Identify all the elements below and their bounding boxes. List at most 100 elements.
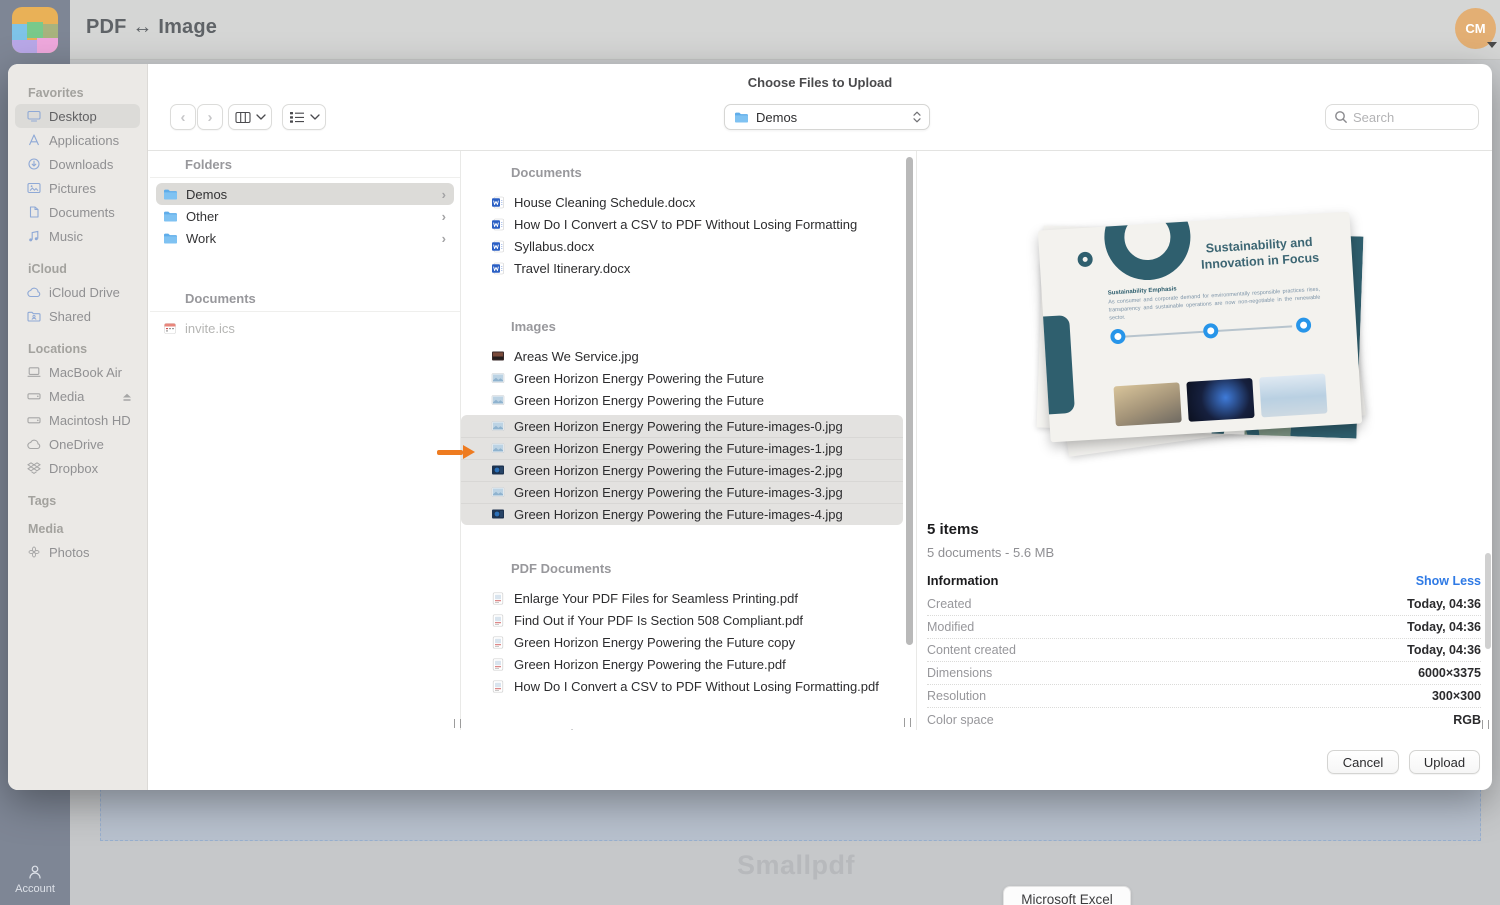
laptop-icon [27,366,42,379]
file-row[interactable]: How Do I Convert a CSV to PDF Without Lo… [461,675,903,697]
group-view-button[interactable] [282,104,326,130]
folder-row-demos[interactable]: Demos› [156,183,454,205]
info-label: Resolution [927,689,986,703]
chevron-right-icon: › [442,231,446,246]
folder-row-work[interactable]: Work› [156,227,454,249]
folder-label: Demos [186,187,227,202]
sidebar-item-media[interactable]: Media [15,384,140,408]
file-row[interactable]: Green Horizon Energy Powering the Future… [461,631,903,653]
microsoft-excel-button[interactable]: Microsoft Excel [1003,886,1131,905]
documents-header: Documents [150,285,460,312]
sidebar-item-onedrive[interactable]: OneDrive [15,432,140,456]
sidebar-section-title: Tags [28,494,147,508]
file-label: House Cleaning Schedule.docx [514,195,695,210]
search-field[interactable] [1325,104,1479,130]
sidebar-item-pictures[interactable]: Pictures [15,176,140,200]
folder-label: Other [186,209,219,224]
scrollbar[interactable] [1485,553,1491,649]
sidebar-item-shared[interactable]: Shared [15,304,140,328]
file-row[interactable]: Enlarge Your PDF Files for Seamless Prin… [461,587,903,609]
file-row[interactable]: Find Out if Your PDF Is Section 508 Comp… [461,609,903,631]
selection-count: 5 items [927,521,1054,538]
sidebar-item-applications[interactable]: Applications [15,128,140,152]
account-button[interactable]: Account [0,863,70,895]
sidebar-item-macbook-air[interactable]: MacBook Air [15,360,140,384]
page-background: Smallpdf Microsoft Excel [70,790,1500,905]
sidebar-item-macintosh-hd[interactable]: Macintosh HD [15,408,140,432]
info-value: Today, 04:36 [1407,597,1481,611]
info-row-created: CreatedToday, 04:36 [927,593,1481,616]
sidebar-item-photos[interactable]: Photos [15,540,140,564]
file-row[interactable]: Green Horizon Energy Powering the Future… [461,481,903,503]
resize-handle[interactable] [454,719,461,728]
sidebar-item-desktop[interactable]: Desktop [15,104,140,128]
info-row-dimensions: Dimensions6000×3375 [927,662,1481,685]
sidebar-item-label: Dropbox [49,461,98,476]
file-row[interactable]: Syllabus.docx [461,235,903,257]
dropbox-icon [27,462,42,475]
file-label: Syllabus.docx [514,239,594,254]
show-less-link[interactable]: Show Less [1416,574,1481,588]
resize-handle[interactable] [1482,720,1489,729]
sidebar-item-downloads[interactable]: Downloads [15,152,140,176]
sidebar-item-dropbox[interactable]: Dropbox [15,456,140,480]
file-label: Areas We Service.jpg [514,349,639,364]
slide-preview: Sustainability and Innovation in Focus S… [1038,212,1362,443]
column-view-button[interactable] [228,104,272,130]
calendar-icon [163,322,177,334]
app-logo-icon[interactable] [12,7,58,53]
file-row[interactable]: Green Horizon Energy Powering the Future… [461,503,903,525]
slide-title: Sustainability and Innovation in Focus [1179,232,1341,274]
info-label: Color space [927,713,994,727]
eject-icon[interactable] [121,391,132,402]
stepper-arrows-icon [913,111,921,123]
file-row[interactable]: Green Horizon Energy Powering the Future… [461,459,903,481]
chevron-right-icon: › [442,209,446,224]
person-icon [26,863,44,881]
avatar[interactable]: CM [1455,8,1496,49]
folder-row-other[interactable]: Other › [156,205,454,227]
file-row[interactable]: House Cleaning Schedule.docx [461,191,903,213]
sidebar-item-music[interactable]: Music [15,224,140,248]
back-button[interactable]: ‹ [170,104,196,130]
info-value: 6000×3375 [1418,666,1481,680]
word-icon [491,240,506,253]
file-section-header: Presentations [461,721,915,730]
cancel-button[interactable]: Cancel [1327,750,1399,774]
file-label: Green Horizon Energy Powering the Future… [514,441,843,456]
file-label: Enlarge Your PDF Files for Seamless Prin… [514,591,798,606]
file-section: PDF DocumentsEnlarge Your PDF Files for … [461,555,915,697]
file-row[interactable]: Green Horizon Energy Powering the Future… [461,415,903,437]
image-blue-icon [491,464,506,477]
sidebar-item-documents[interactable]: Documents [15,200,140,224]
forward-button[interactable]: › [197,104,223,130]
file-preview-thumbnail: Sustainability and Innovation in Focus S… [1032,213,1372,465]
file-row[interactable]: Green Horizon Energy Powering the Future… [461,437,903,459]
file-row[interactable]: Travel Itinerary.docx [461,257,903,279]
folder-select[interactable]: Demos [724,104,930,130]
dialog-title: Choose Files to Upload [148,75,1492,90]
drive-icon [27,390,42,403]
file-row[interactable]: How Do I Convert a CSV to PDF Without Lo… [461,213,903,235]
file-row[interactable]: invite.ics [156,317,454,339]
search-input[interactable] [1353,110,1463,125]
image-icon [491,442,506,455]
cloud-icon [27,286,42,299]
upload-button[interactable]: Upload [1409,750,1480,774]
slide-thumbnails [1113,373,1327,426]
slide-ring-shape [1077,251,1093,267]
sidebar-item-icloud-drive[interactable]: iCloud Drive [15,280,140,304]
file-row[interactable]: Green Horizon Energy Powering the Future [461,367,903,389]
file-row[interactable]: Green Horizon Energy Powering the Future… [461,653,903,675]
documents-icon [27,206,42,219]
file-row[interactable]: Green Horizon Energy Powering the Future [461,389,903,411]
file-label: How Do I Convert a CSV to PDF Without Lo… [514,679,879,694]
sidebar-item-label: Media [49,389,84,404]
info-value: RGB [1453,713,1481,727]
chevron-left-icon: ‹ [181,110,186,125]
scrollbar[interactable] [906,157,913,645]
smallpdf-watermark: Smallpdf [737,850,855,881]
resize-handle[interactable] [904,718,911,727]
sidebar-item-label: Applications [49,133,119,148]
file-row[interactable]: Areas We Service.jpg [461,345,903,367]
